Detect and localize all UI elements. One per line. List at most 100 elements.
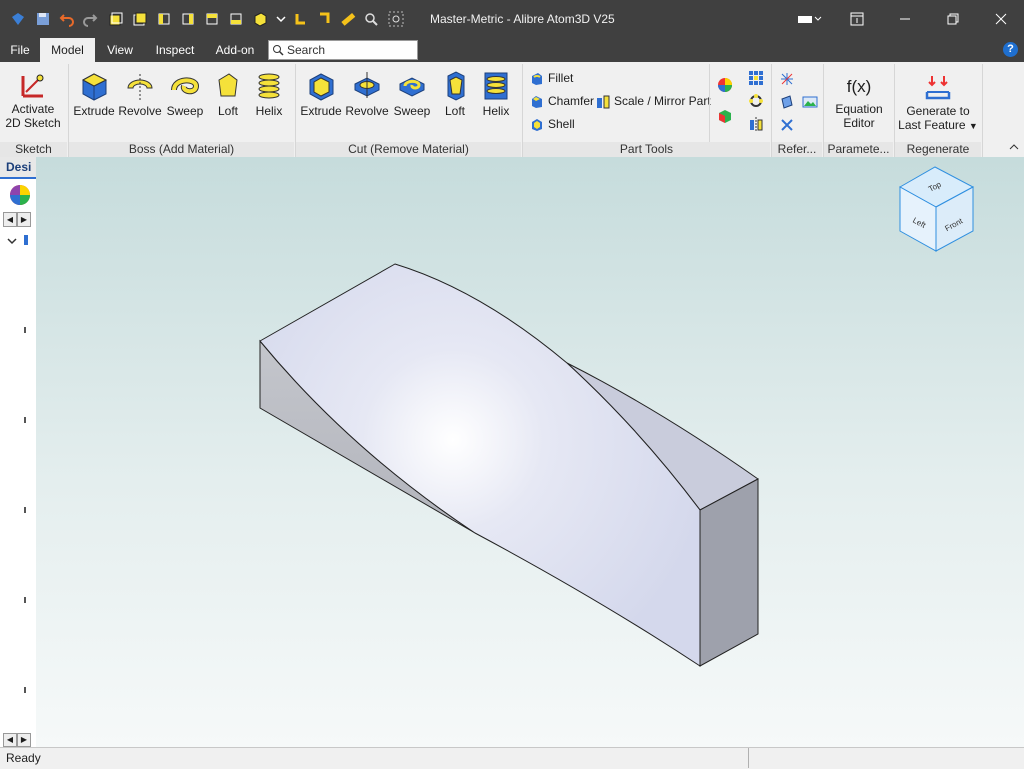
view-bottom-icon[interactable] [228, 11, 244, 27]
tab-file[interactable]: File [4, 38, 36, 62]
boss-loft-label: Loft [217, 104, 238, 118]
chamfer-icon [532, 95, 542, 108]
activate-label-line2: 2D Sketch [5, 116, 61, 130]
cut-extrude-icon [309, 73, 334, 101]
scale-mirror-icon [597, 95, 610, 109]
image-icon[interactable] [802, 94, 818, 110]
design-explorer-tab[interactable]: Desi [0, 157, 36, 179]
ribbon-display-options-button[interactable] [788, 0, 832, 38]
undo-icon[interactable] [59, 11, 75, 27]
design-explorer-panel: Desi ◀ ▶ ◀ ▶ [0, 157, 37, 747]
cut-extrude-button[interactable]: Extrude [299, 70, 343, 118]
scale-mirror-part-button[interactable]: Scale / Mirror Part [596, 92, 711, 110]
part-model[interactable] [36, 157, 1024, 747]
activate-label-line1: Activate [11, 102, 55, 116]
view-right-icon[interactable] [180, 11, 196, 27]
chamfer-label: Chamfer [548, 94, 595, 108]
equation-editor-button[interactable]: f(x) Equation Editor [830, 74, 888, 130]
scroll-left-button[interactable]: ◀ [3, 212, 17, 227]
collapse-ribbon-icon[interactable] [1008, 142, 1020, 152]
view-left-icon[interactable] [156, 11, 172, 27]
reference-point-icon[interactable] [779, 117, 795, 133]
tab-model[interactable]: Model [40, 38, 95, 62]
arrow-down-right-icon[interactable] [316, 11, 332, 27]
search-icon [273, 45, 284, 56]
mirror-icon[interactable] [748, 116, 764, 132]
boss-sweep-label: Sweep [166, 104, 204, 118]
cut-sweep-label: Sweep [393, 104, 431, 118]
view-cube[interactable]: Top Left Front [898, 165, 976, 253]
chevron-down-icon[interactable] [273, 11, 289, 27]
measure-ruler-icon[interactable] [340, 11, 356, 27]
group-label-cut: Cut (Remove Material) [296, 142, 521, 157]
close-button[interactable] [978, 0, 1024, 38]
boss-sweep-button[interactable]: Sweep [163, 70, 207, 118]
tab-inspect[interactable]: Inspect [150, 38, 200, 62]
shell-icon [532, 118, 542, 131]
view-isometric-icon[interactable] [252, 11, 268, 27]
cut-sweep-button[interactable]: Sweep [390, 70, 434, 118]
equation-icon: f(x) [846, 77, 872, 96]
chamfer-button[interactable]: Chamfer [530, 92, 594, 110]
shell-button[interactable]: Shell [530, 115, 575, 133]
reference-axis-icon[interactable] [779, 71, 795, 87]
title-bar: Master-Metric - Alibre Atom3D V25 [0, 0, 1024, 38]
color-wheel-icon[interactable] [717, 77, 733, 93]
app-logo-icon[interactable] [10, 11, 26, 27]
boss-revolve-icon [127, 74, 153, 100]
group-label-regenerate: Regenerate [895, 142, 981, 157]
cut-loft-button[interactable]: Loft [433, 70, 477, 118]
3d-viewport[interactable]: Top Left Front [36, 157, 1024, 747]
help-button[interactable]: ? [1003, 42, 1018, 57]
cut-helix-icon [484, 72, 508, 100]
boss-revolve-button[interactable]: Revolve [118, 70, 162, 118]
zoom-window-icon[interactable] [388, 11, 404, 27]
group-label-boss: Boss (Add Material) [69, 142, 294, 157]
shell-label: Shell [548, 117, 575, 131]
cut-helix-button[interactable]: Helix [474, 70, 518, 118]
ribbon: Activate 2D Sketch Extrude Revolve Sweep… [0, 62, 1024, 158]
fillet-button[interactable]: Fillet [530, 69, 573, 87]
regenerate-icon [925, 76, 951, 100]
arrow-down-left-icon[interactable] [293, 11, 309, 27]
ribbon-toggle-icon [850, 12, 864, 26]
bottom-scroll-left-button[interactable]: ◀ [3, 733, 17, 747]
bottom-scroll-right-button[interactable]: ▶ [17, 733, 31, 747]
circular-pattern-icon[interactable] [748, 93, 764, 109]
pattern-icon[interactable] [748, 70, 764, 86]
scroll-right-button[interactable]: ▶ [17, 212, 31, 227]
save-icon[interactable] [35, 11, 51, 27]
boss-helix-icon [258, 73, 280, 99]
boss-helix-button[interactable]: Helix [247, 70, 291, 118]
view-back-icon[interactable] [132, 11, 148, 27]
search-input[interactable]: Search [268, 40, 418, 60]
menu-tab-bar: File Model View Inspect Add-on [0, 38, 1024, 62]
maximize-button[interactable] [930, 0, 976, 38]
cut-extrude-label: Extrude [300, 104, 342, 118]
appearance-wheel-icon[interactable] [9, 184, 31, 206]
material-icon[interactable] [717, 108, 733, 124]
cut-loft-label: Loft [444, 104, 465, 118]
restore-ribbon-button[interactable] [834, 0, 880, 38]
tree-expand-icon[interactable] [6, 236, 18, 246]
cut-revolve-label: Revolve [345, 104, 389, 118]
zoom-icon[interactable] [363, 11, 379, 27]
tab-view[interactable]: View [100, 38, 140, 62]
scale-mirror-label: Scale / Mirror Part [614, 94, 711, 108]
redo-icon[interactable] [82, 11, 98, 27]
view-top-icon[interactable] [204, 11, 220, 27]
equation-label-line1: Equation [835, 102, 883, 116]
minimize-button[interactable] [882, 0, 928, 38]
group-label-part-tools: Part Tools [523, 142, 770, 157]
activate-2d-sketch-button[interactable]: Activate 2D Sketch [4, 70, 62, 130]
tree-lines [24, 267, 26, 747]
boss-loft-button[interactable]: Loft [206, 70, 250, 118]
reference-plane-icon[interactable] [779, 94, 795, 110]
boss-extrude-label: Extrude [73, 104, 115, 118]
view-front-icon[interactable] [108, 11, 124, 27]
boss-extrude-button[interactable]: Extrude [72, 70, 116, 118]
cut-revolve-button[interactable]: Revolve [345, 70, 389, 118]
tab-add-on[interactable]: Add-on [210, 38, 260, 62]
generate-to-last-feature-button[interactable]: Generate to Last Feature ▼ [898, 72, 978, 132]
regenerate-label-line1: Generate to [906, 104, 970, 118]
